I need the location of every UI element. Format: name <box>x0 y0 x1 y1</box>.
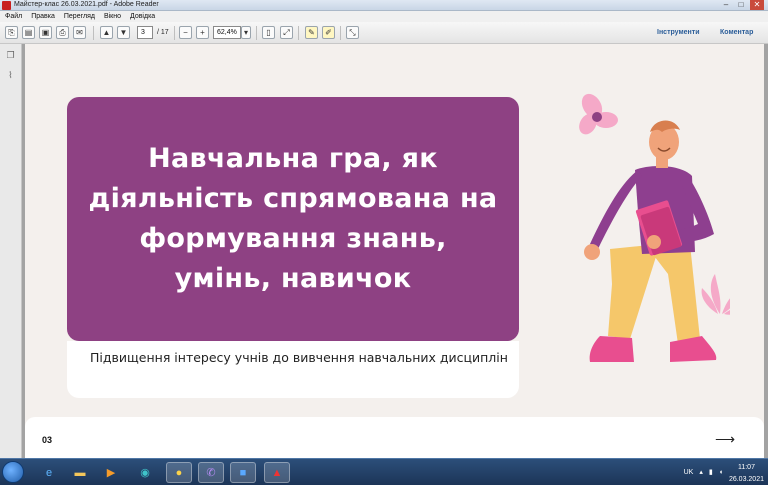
volume-icon[interactable]: ◖ <box>719 469 723 476</box>
toolbar-separator <box>256 26 257 40</box>
highlight-icon[interactable]: ✐ <box>322 26 335 39</box>
close-button[interactable]: ✕ <box>750 0 764 10</box>
email-icon[interactable]: ✉ <box>73 26 86 39</box>
network-icon[interactable]: ▮ <box>709 468 713 476</box>
comment-button[interactable]: Коментар <box>720 26 753 39</box>
slide-footer: 03 ⟶ <box>25 417 764 458</box>
window-titlebar: Майстер-клас 26.03.2021.pdf - Adobe Read… <box>0 0 768 11</box>
edge-icon[interactable]: ◉ <box>132 462 158 483</box>
toolbar-separator <box>298 26 299 40</box>
window-controls: – □ ✕ <box>720 0 764 10</box>
toolbar: ⎘ ▤ ▣ ⎙ ✉ ▲ ▼ 3 / 17 − + 62,4% ▾ ▯ ⤢ ✎ ✐… <box>0 22 768 44</box>
toolbar-separator <box>174 26 175 40</box>
menu-window[interactable]: Вікно <box>104 11 121 22</box>
zoom-dropdown-chevron-icon[interactable]: ▾ <box>241 26 251 39</box>
page-total: / 17 <box>157 29 169 36</box>
clock[interactable]: 11:07 26.03.2021 <box>729 460 764 484</box>
document-area[interactable]: Навчальна гра, як діяльність спрямована … <box>22 44 768 458</box>
menu-edit[interactable]: Правка <box>31 11 55 22</box>
toolbar-separator <box>340 26 341 40</box>
adobe-reader-taskbar-icon[interactable]: ▲ <box>264 462 290 483</box>
file-explorer-icon[interactable]: ▬ <box>67 462 93 483</box>
previous-page-icon[interactable]: ▲ <box>100 26 113 39</box>
toolbar-separator <box>93 26 94 40</box>
plant-icon <box>701 274 730 315</box>
system-tray: UK ▴ ▮ ◖ 11:07 26.03.2021 <box>684 461 764 483</box>
person-with-books-illustration <box>579 93 730 362</box>
start-button[interactable] <box>2 461 24 483</box>
menu-bar: Файл Правка Перегляд Вікно Довідка <box>0 11 768 22</box>
clock-date: 26.03.2021 <box>728 476 764 483</box>
zoom-in-icon[interactable]: + <box>196 26 209 39</box>
media-player-icon[interactable]: ▶ <box>98 462 124 483</box>
viber-icon[interactable]: ✆ <box>198 462 224 483</box>
menu-view[interactable]: Перегляд <box>64 11 95 22</box>
create-pdf-icon[interactable]: ⎘ <box>5 26 18 39</box>
tools-button[interactable]: Інструменти <box>657 26 700 39</box>
minimize-button[interactable]: – <box>720 0 732 10</box>
next-page-icon[interactable]: ▼ <box>117 26 130 39</box>
pdf-page: Навчальна гра, як діяльність спрямована … <box>25 44 764 458</box>
adobe-reader-icon <box>2 1 11 10</box>
flower-icon <box>579 93 618 135</box>
title-card: Навчальна гра, як діяльність спрямована … <box>67 97 519 341</box>
maximize-button[interactable]: □ <box>735 0 747 10</box>
window-title: Майстер-клас 26.03.2021.pdf - Adobe Read… <box>14 1 159 8</box>
fit-page-icon[interactable]: ▯ <box>262 26 275 39</box>
page-number-input[interactable]: 3 <box>137 26 153 39</box>
menu-file[interactable]: Файл <box>5 11 22 22</box>
menu-help[interactable]: Довідка <box>130 11 155 22</box>
navigation-panel: ❐ ⌇ <box>0 44 22 458</box>
chrome-icon[interactable]: ● <box>166 462 192 483</box>
language-indicator[interactable]: UK <box>684 469 694 476</box>
save-icon[interactable]: ▣ <box>39 26 52 39</box>
attachments-icon[interactable]: ⌇ <box>5 70 16 81</box>
pages-panel-icon[interactable]: ❐ <box>5 50 16 61</box>
zoom-icon[interactable]: ■ <box>230 462 256 483</box>
fit-width-icon[interactable]: ⤢ <box>280 26 293 39</box>
slide-subtitle: Підвищення інтересу учнів до вивчення на… <box>90 350 508 365</box>
subtitle-card: Підвищення інтересу учнів до вивчення на… <box>67 341 519 398</box>
tray-arrow-icon[interactable]: ▴ <box>699 468 703 476</box>
open-icon[interactable]: ▤ <box>22 26 35 39</box>
slide-title: Навчальна гра, як діяльність спрямована … <box>88 143 498 294</box>
clock-time: 11:07 <box>737 464 755 471</box>
read-mode-icon[interactable]: ⤡ <box>346 26 359 39</box>
taskbar: e ▬ ▶ ◉ ● ✆ ■ ▲ UK ▴ ▮ ◖ 11:07 26.03.202… <box>0 458 768 485</box>
next-slide-arrow-icon[interactable]: ⟶ <box>715 432 735 446</box>
print-icon[interactable]: ⎙ <box>56 26 69 39</box>
zoom-input[interactable]: 62,4% <box>213 26 241 39</box>
sticky-note-icon[interactable]: ✎ <box>305 26 318 39</box>
slide-page-number: 03 <box>42 435 53 445</box>
zoom-out-icon[interactable]: − <box>179 26 192 39</box>
internet-explorer-icon[interactable]: e <box>36 462 62 483</box>
